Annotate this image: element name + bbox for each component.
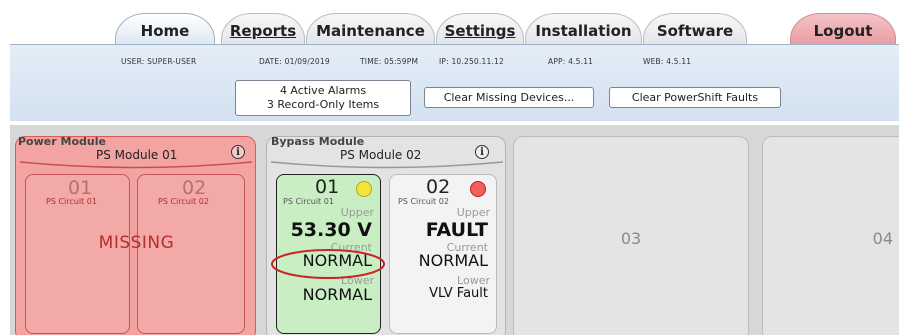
ip-status: IP: 10.250.11.12 xyxy=(439,57,504,66)
slot-number: 04 xyxy=(872,229,893,248)
bypass-module-title: Bypass Module xyxy=(271,135,365,148)
info-icon[interactable]: i xyxy=(475,145,489,159)
bypass-circuit-02[interactable]: 02 PS Circuit 02 Upper FAULT Current NOR… xyxy=(389,174,497,334)
user-status: USER: SUPER-USER xyxy=(121,57,197,66)
bypass-module-name: PS Module 02 xyxy=(340,148,422,162)
module-status-missing: MISSING xyxy=(98,233,175,253)
module-header-divider xyxy=(270,161,504,169)
circuit-number: 01 xyxy=(315,176,340,198)
upper-value: FAULT xyxy=(425,219,488,241)
modules-area: Power Module PS Module 01 i 01 PS Circui… xyxy=(10,125,899,335)
clear-powershift-faults-button[interactable]: Clear PowerShift Faults xyxy=(609,87,781,108)
circuit-label: PS Circuit 01 xyxy=(46,197,97,206)
top-navigation-bar: Home Reports Maintenance Settings Instal… xyxy=(0,0,899,44)
tab-reports[interactable]: Reports xyxy=(221,13,305,44)
power-circuit-02[interactable]: 02 PS Circuit 02 xyxy=(137,174,245,334)
current-value: NORMAL xyxy=(418,251,488,270)
highlight-ellipse xyxy=(271,249,385,279)
lower-value: VLV Fault xyxy=(429,286,488,301)
bypass-module-card[interactable]: Bypass Module PS Module 02 i 01 PS Circu… xyxy=(266,135,506,335)
lower-value: NORMAL xyxy=(302,285,372,304)
tab-reports-label: Reports xyxy=(229,22,297,40)
info-icon[interactable]: i xyxy=(231,145,245,159)
tab-maintenance-label: Maintenance xyxy=(316,22,425,40)
circuit-number: 01 xyxy=(68,177,93,199)
tab-settings-label: Settings xyxy=(444,22,516,40)
clear-missing-devices-button[interactable]: Clear Missing Devices... xyxy=(424,87,594,108)
power-module-name: PS Module 01 xyxy=(96,148,178,162)
module-header-divider xyxy=(19,161,253,169)
upper-label: Upper xyxy=(340,206,374,219)
tab-home-label: Home xyxy=(140,22,190,40)
circuit-label: PS Circuit 02 xyxy=(158,197,209,206)
web-version-status: WEB: 4.5.11 xyxy=(643,57,692,66)
tab-maintenance[interactable]: Maintenance xyxy=(306,13,435,44)
status-band: USER: SUPER-USER DATE: 01/09/2019 TIME: … xyxy=(10,44,899,121)
tab-logout-label: Logout xyxy=(813,22,873,40)
slot-number: 03 xyxy=(620,229,642,248)
power-module-title: Power Module xyxy=(18,135,106,148)
record-only-count: 3 Record-Only Items xyxy=(266,98,380,111)
module-slot-04[interactable]: 04 xyxy=(762,136,899,335)
power-module-card[interactable]: Power Module PS Module 01 i 01 PS Circui… xyxy=(15,135,256,335)
circuit-label: PS Circuit 02 xyxy=(398,197,449,206)
circuit-number: 02 xyxy=(182,177,207,199)
power-circuit-01[interactable]: 01 PS Circuit 01 xyxy=(25,174,130,334)
circuit-label: PS Circuit 01 xyxy=(283,197,334,206)
tab-installation-label: Installation xyxy=(535,22,632,40)
module-slot-03[interactable]: 03 xyxy=(513,136,749,335)
tab-software-label: Software xyxy=(656,22,734,40)
tab-home[interactable]: Home xyxy=(115,13,215,44)
time-status: TIME: 05:59PM xyxy=(360,57,419,66)
active-alarms-button[interactable]: 4 Active Alarms 3 Record-Only Items xyxy=(235,80,411,116)
upper-value: 53.30 V xyxy=(290,219,372,241)
tab-software[interactable]: Software xyxy=(643,13,747,44)
status-indicator-red xyxy=(470,181,486,197)
tab-logout[interactable]: Logout xyxy=(790,13,896,44)
tab-settings[interactable]: Settings xyxy=(436,13,524,44)
active-alarms-count: 4 Active Alarms xyxy=(279,84,367,97)
app-version-status: APP: 4.5.11 xyxy=(548,57,594,66)
circuit-number: 02 xyxy=(426,176,451,198)
date-status: DATE: 01/09/2019 xyxy=(259,57,330,66)
tab-installation[interactable]: Installation xyxy=(525,13,642,44)
upper-label: Upper xyxy=(456,206,490,219)
status-indicator-yellow xyxy=(356,181,372,197)
